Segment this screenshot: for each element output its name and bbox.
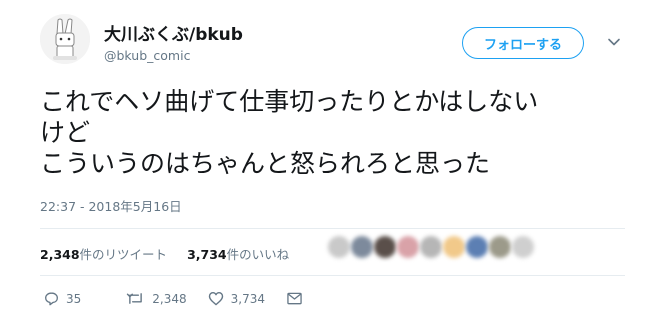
divider [40, 275, 625, 276]
divider [40, 228, 625, 229]
avatar[interactable] [40, 14, 90, 64]
heart-icon [208, 292, 223, 306]
tweet-text: これでヘソ曲げて仕事切ったりとかはしない けど こういうのはちゃんと怒られろと思… [40, 86, 640, 179]
envelope-icon [287, 292, 302, 305]
retweet-count: 2,348 [152, 291, 187, 306]
retweets-stat-count: 2,348 [40, 247, 80, 262]
retweets-stat-label: 件のリツイート [79, 247, 168, 262]
rabbit-avatar-icon [40, 14, 90, 64]
tweet-text-line: これでヘソ曲げて仕事切ったりとかはしない [40, 87, 539, 116]
likes-stat-label: 件のいいね [226, 247, 290, 262]
liker-avatar[interactable] [466, 236, 488, 258]
more-options-caret-icon[interactable] [606, 34, 622, 50]
like-button[interactable]: 3,734 [208, 291, 265, 306]
tweet-stats: 2,348件のリツイート 3,734件のいいね [40, 244, 289, 263]
tweet-text-line: こういうのはちゃんと怒られろと思った [40, 149, 491, 178]
liker-avatar[interactable] [351, 236, 373, 258]
liker-avatar[interactable] [374, 236, 396, 258]
reply-button[interactable]: 35 [44, 291, 81, 306]
likes-stat-count: 3,734 [187, 247, 227, 262]
reply-icon [45, 292, 58, 306]
liker-avatar[interactable] [512, 236, 534, 258]
author-display-name[interactable]: 大川ぶくぶ/bkub [104, 20, 243, 45]
direct-message-button[interactable] [287, 292, 302, 305]
author-handle[interactable]: @bkub_comic [104, 48, 190, 63]
likes-stat[interactable]: 3,734件のいいね [187, 244, 289, 263]
follow-button[interactable]: フォローする [462, 27, 584, 59]
retweet-icon [127, 293, 143, 304]
reply-count: 35 [66, 291, 82, 306]
tweet-actions: 35 2,348 3,734 [44, 291, 302, 306]
tweet-timestamp[interactable]: 22:37 - 2018年5月16日 [40, 196, 182, 215]
retweet-button[interactable]: 2,348 [126, 291, 187, 306]
like-count: 3,734 [230, 291, 265, 306]
tweet-text-line: けど [40, 118, 91, 147]
liker-avatar[interactable] [489, 236, 511, 258]
liker-avatar[interactable] [443, 236, 465, 258]
follow-button-label: フォローする [483, 37, 562, 53]
liker-avatar[interactable] [328, 236, 350, 258]
liker-avatar[interactable] [397, 236, 419, 258]
liker-avatars [328, 236, 534, 258]
retweets-stat[interactable]: 2,348件のリツイート [40, 244, 167, 263]
liker-avatar[interactable] [420, 236, 442, 258]
